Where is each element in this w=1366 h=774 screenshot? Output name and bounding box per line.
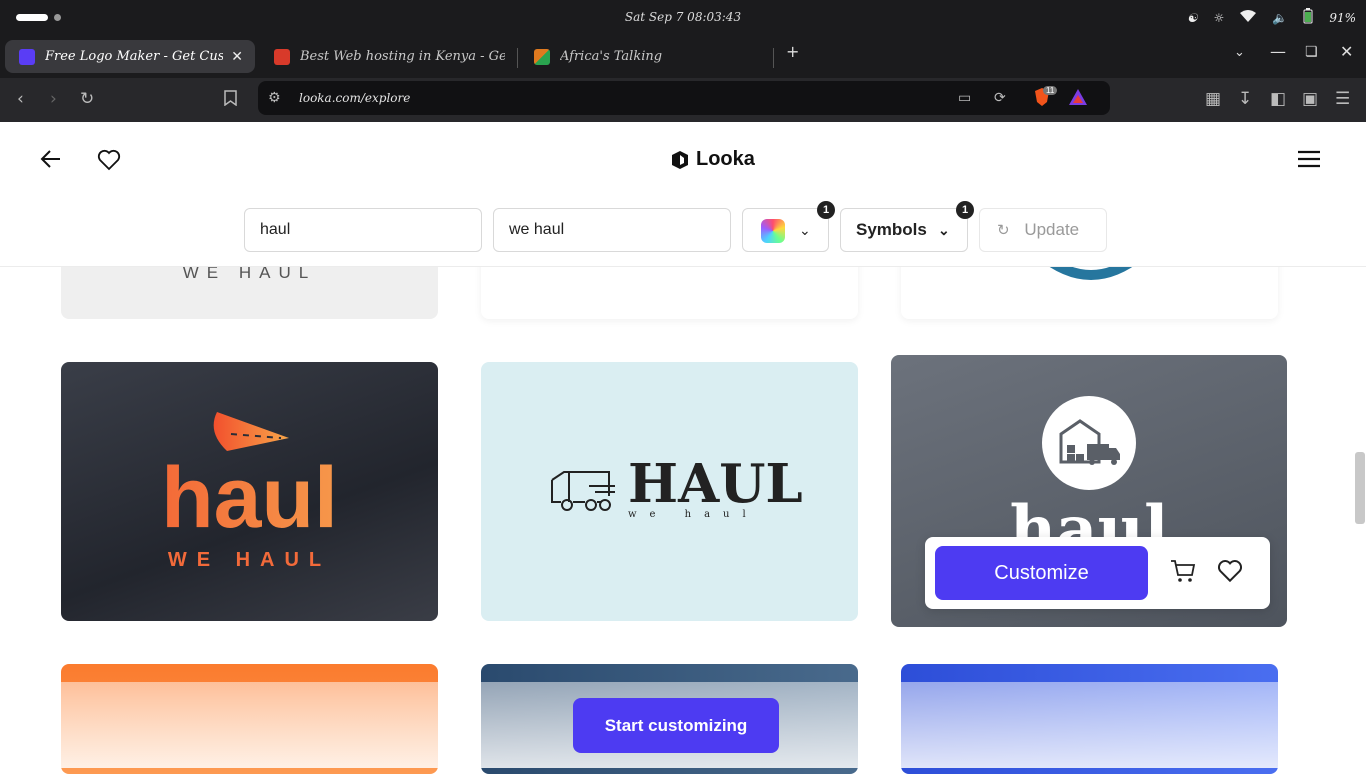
brand-name: Looka [696,148,755,170]
truck-icon [551,471,615,511]
reload-icon[interactable]: ↻ [80,90,94,108]
looka-logo[interactable]: Looka [670,148,755,171]
sidebar-icon[interactable]: ◧ [1270,90,1286,108]
road-swoosh-icon [213,412,289,451]
logo-slogan: WE HAUL [167,549,332,571]
brave-rewards-icon[interactable] [1069,89,1087,109]
system-tray[interactable]: ☯ ☼ 🔈 91% [1187,8,1356,27]
browser-toolbar: ‹ › ↻ ⚙ looka.com/explore ▭ ⟳ 11 ▦ ↧ ◧ ▣… [0,78,1366,122]
share-icon[interactable]: ⟳ [994,89,1006,107]
looka-header: Looka haul we haul ⌄ 1 Symbols ⌄ 1 ↻ Upd… [0,122,1366,267]
new-tab-icon[interactable]: + [786,42,799,61]
refresh-icon: ↻ [997,222,1010,239]
browser-tab-strip: Free Logo Maker - Get Custom ✕ Best Web … [0,36,1366,78]
symbols-count-badge: 1 [956,201,974,219]
logo-card-actions: Customize [925,537,1270,609]
cast-icon[interactable]: ▭ [958,89,971,107]
url-text[interactable]: looka.com/explore [299,91,410,105]
logo-card-haul-truck[interactable]: HAUL we haul [481,362,858,621]
shields-count-badge: 11 [1043,86,1058,95]
back-arrow-icon[interactable] [40,148,62,175]
color-filter-count-badge: 1 [817,201,835,219]
battery-icon[interactable] [1303,8,1313,27]
logo-slogan: we haul [628,509,759,520]
minimize-icon[interactable]: — [1270,42,1286,61]
start-customizing-button[interactable]: Start customizing [573,698,779,753]
logo-name: HAUL [628,453,803,515]
page-scrollbar[interactable] [1355,452,1365,524]
wallet-icon[interactable]: ▣ [1302,90,1318,108]
tab-web-hosting[interactable]: Best Web hosting in Kenya - Get yo [260,40,505,73]
accessibility-icon[interactable]: ☯ [1187,11,1198,25]
update-button[interactable]: ↻ Update [979,208,1107,252]
tab-label: Best Web hosting in Kenya - Get yo [300,49,505,64]
color-swatch-icon [761,219,785,243]
africastalking-favicon-icon [534,48,550,65]
address-bar[interactable]: ⚙ looka.com/explore ▭ ⟳ 11 [258,81,1110,115]
symbols-filter-dropdown[interactable]: Symbols ⌄ [840,208,968,252]
back-icon[interactable]: ‹ [17,90,24,108]
customize-button[interactable]: Customize [935,546,1148,600]
bookmark-icon[interactable] [224,90,237,110]
warehouse-emblem [1042,396,1136,490]
hosting-favicon-icon [274,48,290,65]
favorite-heart-icon[interactable] [1217,559,1243,588]
color-filter-dropdown[interactable]: ⌄ [742,208,829,252]
logo-card-haul-road[interactable]: haul WE HAUL [61,362,438,621]
slogan-input[interactable]: we haul [493,208,731,252]
favorites-heart-icon[interactable] [97,149,121,176]
tab-looka[interactable]: Free Logo Maker - Get Custom ✕ [5,40,255,73]
tab-africas-talking[interactable]: Africa's Talking [520,40,770,73]
symbols-label: Symbols [856,220,927,239]
tab-label: Free Logo Maker - Get Custom [45,49,224,64]
warehouse-truck-icon [1059,419,1120,465]
forward-icon[interactable]: › [50,90,57,108]
tab-divider [773,48,774,68]
wifi-icon[interactable] [1240,10,1257,25]
chevron-down-icon: ⌄ [938,222,950,238]
brightness-icon[interactable]: ☼ [1214,11,1225,25]
tab-label: Africa's Talking [560,49,663,64]
cart-icon[interactable] [1170,559,1196,588]
tab-search-chevron-icon[interactable]: ⌄ [1234,45,1245,60]
hamburger-menu-icon[interactable] [1298,150,1320,173]
looka-logo-icon [672,150,688,169]
company-name-input[interactable]: haul [244,208,482,252]
system-status-bar: Sat Sep 7 08:03:43 ☯ ☼ 🔈 91% [0,0,1366,36]
tab-divider [517,48,518,68]
menu-icon[interactable]: ☰ [1335,90,1350,108]
site-settings-icon[interactable]: ⚙ [268,89,281,107]
volume-icon[interactable]: 🔈 [1272,11,1287,25]
close-tab-icon[interactable]: ✕ [231,49,243,65]
logo-name: haul [61,455,438,541]
downloads-icon[interactable]: ↧ [1238,90,1252,108]
close-window-icon[interactable]: ✕ [1340,42,1353,61]
extensions-icon[interactable]: ▦ [1205,90,1221,108]
chevron-down-icon: ⌄ [799,222,811,238]
system-clock[interactable]: Sat Sep 7 08:03:43 [0,10,1366,24]
battery-percent: 91% [1329,10,1356,25]
restore-icon[interactable]: ❏ [1305,44,1318,60]
update-label: Update [1024,220,1080,239]
looka-favicon-icon [19,48,35,65]
